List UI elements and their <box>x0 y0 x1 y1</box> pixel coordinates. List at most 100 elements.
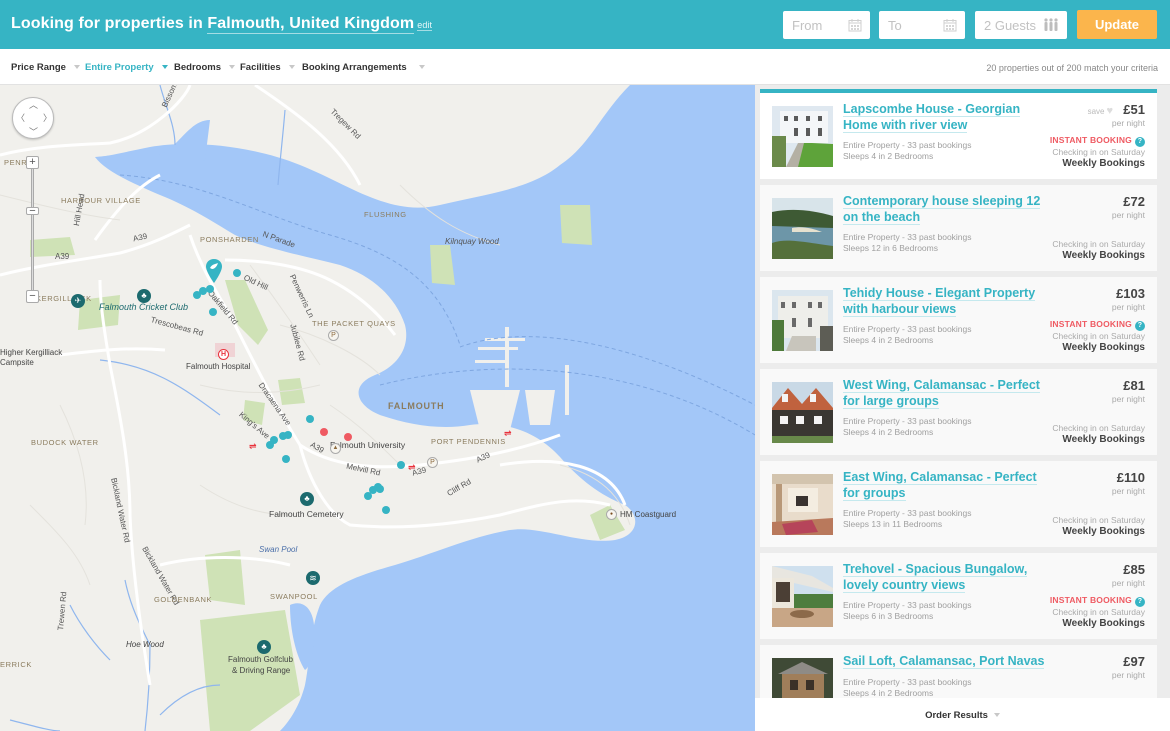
pan-right-icon[interactable]: 〉 <box>43 114 52 123</box>
zoom-in-button[interactable]: + <box>26 156 39 169</box>
caret-down-icon <box>73 65 80 70</box>
caret-down-icon <box>161 65 168 70</box>
filter-facilities[interactable]: Facilities <box>240 62 295 73</box>
listing-meta: Entire Property - 33 past bookings Sleeps… <box>843 508 972 530</box>
filter-label: Bedrooms <box>174 62 221 73</box>
swimming-icon: ≋ <box>306 571 320 585</box>
map-pin[interactable] <box>206 285 214 293</box>
listing-card[interactable]: Trehovel - Spacious Bungalow, lovely cou… <box>760 553 1157 639</box>
listing-photo <box>772 566 833 627</box>
university-icon: ▲ <box>330 443 341 454</box>
price-unit: per night <box>1111 210 1145 220</box>
map[interactable]: PENRYN HARBOUR VILLAGE Hill Head A39 A39… <box>0 85 755 731</box>
map-label-a39: A39 <box>55 252 70 261</box>
listing-card[interactable]: Tehidy House - Elegant Property with har… <box>760 277 1157 363</box>
pan-down-icon[interactable]: ﹀ <box>29 128 38 137</box>
calendar-icon <box>943 19 957 32</box>
map-pin-featured[interactable] <box>320 428 328 436</box>
map-pin-featured[interactable] <box>344 433 352 441</box>
top-header: Looking for properties in Falmouth, Unit… <box>0 0 1170 49</box>
map-label-goldenbank: GOLDENBANK <box>154 595 213 604</box>
listing-title[interactable]: West Wing, Calamansac - Perfect for larg… <box>843 378 1053 409</box>
help-icon[interactable]: ? <box>1135 137 1145 147</box>
map-label-falmouth: FALMOUTH <box>388 401 445 411</box>
map-label-university: Falmouth University <box>330 440 406 450</box>
listing-meta: Entire Property - 33 past bookings Sleeps… <box>843 416 972 438</box>
zoom-out-button[interactable]: − <box>26 290 39 303</box>
map-pin[interactable] <box>266 441 274 449</box>
help-icon[interactable]: ? <box>1135 321 1145 331</box>
listing-title[interactable]: Contemporary house sleeping 12 on the be… <box>843 194 1053 225</box>
airport-icon: ✈ <box>71 294 85 308</box>
listing-title[interactable]: Trehovel - Spacious Bungalow, lovely cou… <box>843 562 1053 593</box>
booking-period: Weekly Bookings <box>1062 526 1145 537</box>
tree-icon: ♣ <box>137 289 151 303</box>
map-pin[interactable] <box>282 455 290 463</box>
to-date-field[interactable]: To <box>879 11 965 39</box>
edit-location-link[interactable]: edit <box>417 20 433 31</box>
listing-photo <box>772 474 833 535</box>
caret-down-icon <box>418 65 425 70</box>
map-pin[interactable] <box>209 308 217 316</box>
map-pin[interactable] <box>306 415 314 423</box>
match-count: 20 properties out of 200 match your crit… <box>986 63 1158 73</box>
listing-title[interactable]: Sail Loft, Calamansac, Port Navas <box>843 654 1073 670</box>
zoom-slider-handle[interactable]: − <box>26 206 39 217</box>
location-link[interactable]: Falmouth, United Kingdom <box>207 15 415 34</box>
booking-period: Weekly Bookings <box>1062 158 1145 169</box>
map-pin[interactable] <box>233 269 241 277</box>
to-placeholder: To <box>888 18 902 33</box>
listing-type: Entire Property - 33 past bookings <box>843 508 972 518</box>
listing-card[interactable]: West Wing, Calamansac - Perfect for larg… <box>760 369 1157 455</box>
map-label-cricket-club: Falmouth Cricket Club <box>99 302 189 312</box>
filter-bar: Price Range Entire Property Bedrooms Fac… <box>0 49 1170 85</box>
title-prefix: Looking for properties in <box>11 15 208 32</box>
filter-label: Price Range <box>11 62 66 73</box>
filter-entire-property[interactable]: Entire Property <box>85 62 168 73</box>
instant-booking-badge: INSTANT BOOKING? <box>1050 135 1145 147</box>
map-label-port-pendennis: PORT PENDENNIS <box>431 437 506 446</box>
train-station-icon: ⇌ <box>249 441 257 451</box>
listing-card[interactable]: Lapscombe House - Georgian Home with riv… <box>760 93 1157 179</box>
map-pin[interactable] <box>376 485 384 493</box>
pan-left-icon[interactable]: 〈 <box>16 114 25 123</box>
order-results-dropdown[interactable]: Order Results <box>755 710 1170 721</box>
map-pin[interactable] <box>364 492 372 500</box>
map-pin-selected[interactable] <box>205 258 223 284</box>
pan-up-icon[interactable]: ︿ <box>29 101 38 110</box>
map-label-hospital: Falmouth Hospital <box>186 362 251 371</box>
map-pin[interactable] <box>193 291 201 299</box>
map-label-budock-water: BUDOCK WATER <box>31 438 99 447</box>
guests-field[interactable]: 2 Guests <box>975 11 1067 39</box>
search-title: Looking for properties in Falmouth, Unit… <box>11 15 433 34</box>
map-pin[interactable] <box>382 506 390 514</box>
listing-card[interactable]: Contemporary house sleeping 12 on the be… <box>760 185 1157 271</box>
map-label-packet-quays: THE PACKET QUAYS <box>312 319 396 328</box>
price-unit: per night <box>1111 394 1145 404</box>
filter-price-range[interactable]: Price Range <box>11 62 80 73</box>
map-pan-control[interactable]: ︿ ﹀ 〈 〉 <box>12 97 54 139</box>
save-button[interactable]: save ♥ <box>1088 105 1113 117</box>
map-label-higher-kergilliack: Higher Kergilliack <box>0 348 63 357</box>
listing-meta: Entire Property - 33 past bookings Sleeps… <box>843 140 972 162</box>
zoom-slider-track[interactable] <box>31 163 34 295</box>
update-button[interactable]: Update <box>1077 10 1157 39</box>
filter-booking-arrangements[interactable]: Booking Arrangements <box>302 62 425 73</box>
map-pin[interactable] <box>284 431 292 439</box>
listing-title[interactable]: East Wing, Calamansac - Perfect for grou… <box>843 470 1053 501</box>
guests-value: 2 Guests <box>984 18 1037 33</box>
filter-bedrooms[interactable]: Bedrooms <box>174 62 235 73</box>
listing-title[interactable]: Tehidy House - Elegant Property with har… <box>843 286 1053 317</box>
listing-title[interactable]: Lapscombe House - Georgian Home with riv… <box>843 102 1053 133</box>
map-pin[interactable] <box>397 461 405 469</box>
from-date-field[interactable]: From <box>783 11 870 39</box>
help-icon[interactable]: ? <box>1135 597 1145 607</box>
map-label-golfclub: Falmouth Golfclub <box>228 655 293 664</box>
listing-card[interactable]: East Wing, Calamansac - Perfect for grou… <box>760 461 1157 547</box>
map-label-driving-range: & Driving Range <box>232 666 291 675</box>
checkin-day: Checking in on Saturday <box>1052 331 1145 341</box>
booking-period: Weekly Bookings <box>1062 342 1145 353</box>
price-unit: per night <box>1111 302 1145 312</box>
listing-price: £103 <box>1116 286 1145 301</box>
booking-period: Weekly Bookings <box>1062 618 1145 629</box>
